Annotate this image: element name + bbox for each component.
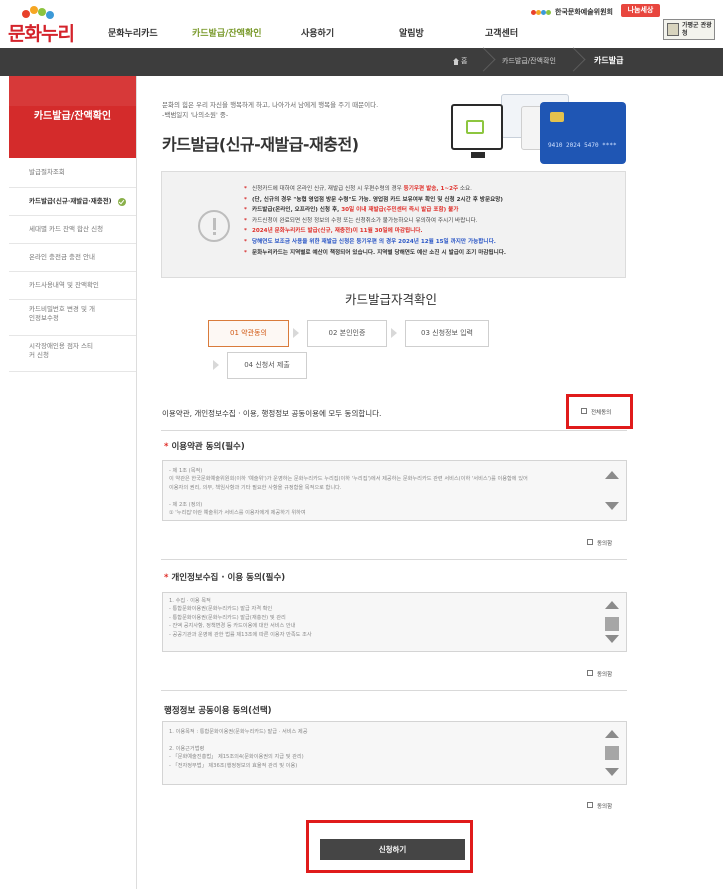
- nav-item-customer-center[interactable]: 고객센터: [485, 26, 518, 39]
- partner-emblem-icon: [667, 23, 679, 36]
- scroll-thumb[interactable]: [605, 746, 619, 760]
- card-number: 9410 2024 5470 ****: [548, 142, 617, 149]
- partner-logo-text: 가평군 관광청: [682, 22, 712, 37]
- page: 문화누리 문화누리카드 카드발급/잔액확인 사용하기 알림방 고객센터 한국문화…: [0, 0, 723, 889]
- partner-logo[interactable]: 가평군 관광청: [663, 19, 715, 40]
- admin-info-title: 행정정보 공동이용 동의(선택): [164, 706, 272, 716]
- sidebar-item-label: 발급절차조회: [29, 168, 65, 176]
- terms-agree-label[interactable]: 동의함: [597, 539, 612, 547]
- logo-dots-icon: [22, 6, 62, 20]
- site-header: 문화누리 문화누리카드 카드발급/잔액확인 사용하기 알림방 고객센터 한국문화…: [0, 0, 723, 48]
- step-arrow-icon: [391, 320, 403, 347]
- scroll-up-icon[interactable]: [605, 601, 619, 609]
- org-name: 한국문화예술위원회: [555, 8, 613, 16]
- admin-info-agree-label[interactable]: 동의함: [597, 802, 612, 810]
- terms-title: * 이용약관 동의(필수): [164, 442, 245, 452]
- nav-item-card-issue[interactable]: 카드발급/잔액확인: [192, 26, 262, 39]
- check-circle-icon: [118, 197, 126, 206]
- divider: [161, 559, 627, 560]
- notice-item: 카드신청이 완료되면 신청 정보의 수정 또는 신청취소가 불가능하오니 유의하…: [244, 216, 618, 227]
- sidebar-item-label: 카드사용내역 및 잔액확인: [29, 281, 99, 289]
- notice-box: 신청카드에 대하여 온라인 신규, 재발급 신청 시 우편수령의 경우 등기우편…: [161, 171, 626, 278]
- privacy-agree-checkbox[interactable]: [587, 670, 593, 676]
- sidebar-item-label: 카드발급(신규·재발급·재충전): [29, 197, 112, 205]
- sidebar-item-card-issue[interactable]: 카드발급(신규·재발급·재충전): [9, 188, 136, 216]
- scroll-down-icon[interactable]: [605, 635, 619, 643]
- notice-item: 신청카드에 대하여 온라인 신규, 재발급 신청 시 우편수령의 경우 등기우편…: [244, 184, 618, 195]
- scroll-up-icon[interactable]: [605, 730, 619, 738]
- notice-item: 카드발급(온라인, 오프라인) 신청 후, 30일 이내 재발급(주민센터 즉시…: [244, 205, 618, 216]
- step-submit: 04 신청서 제출: [227, 352, 307, 379]
- eligibility-title: 카드발급자격확인: [344, 292, 437, 307]
- sidebar-item-label: 세대별 카드 잔액 합산 신청: [29, 225, 104, 233]
- nav-item-notice[interactable]: 알림방: [399, 26, 424, 39]
- breadcrumb-home[interactable]: 홈: [461, 56, 467, 66]
- sidebar-item-issue-process[interactable]: 발급절차조회: [9, 158, 136, 188]
- all-agree-text: 이용약관, 개인정보수집 · 이용, 행정정보 공동이용에 모두 동의합니다.: [162, 409, 382, 418]
- step-application-info: 03 신청정보 입력: [405, 320, 489, 347]
- terms-textbox[interactable]: - 제 1조 (목적) 이 약관은 한국문화예술위원회(이하 '예술위')가 운…: [162, 460, 627, 521]
- intro-quote: 문화의 힘은 우리 자신을 행복하게 하고, 나아가서 남에게 행복을 주기 때…: [162, 100, 422, 120]
- card-illustration: 9410 2024 5470 ****: [451, 92, 628, 168]
- org-dots-icon: [531, 9, 551, 17]
- page-title: 카드발급(신규-재발급-재충전): [162, 135, 359, 154]
- card-image: 9410 2024 5470 ****: [540, 102, 626, 164]
- exclamation-icon: [198, 210, 230, 242]
- breadcrumb-current: 카드발급: [594, 56, 624, 65]
- scroll-thumb[interactable]: [605, 617, 619, 631]
- breadcrumb: 홈 카드발급/잔액확인 카드발급: [0, 48, 723, 76]
- submit-highlight: 신청하기: [306, 820, 473, 873]
- all-agree-label[interactable]: 전체동의: [591, 408, 611, 416]
- org-badge[interactable]: 나눔세상: [621, 4, 660, 17]
- sidebar-item-online-charge[interactable]: 온라인 충전금 충전 안내: [9, 244, 136, 272]
- scroll-up-icon[interactable]: [605, 471, 619, 479]
- all-agree-checkbox[interactable]: [581, 408, 587, 414]
- site-logo[interactable]: 문화누리: [8, 6, 75, 45]
- all-agree-highlight: 전체동의: [566, 394, 633, 429]
- notice-item: 당해연도 보조금 사용을 위한 재발급 신청은 등기우편 의 경우 2024년 …: [244, 237, 618, 248]
- terms-agree-checkbox[interactable]: [587, 539, 593, 545]
- step-identity: 02 본인인증: [307, 320, 387, 347]
- admin-info-textbox[interactable]: 1. 이용목적 : 통합문화이용권(문화누리카드) 발급 · 서비스 제공 2.…: [162, 721, 627, 785]
- admin-info-agree-checkbox[interactable]: [587, 802, 593, 808]
- sidebar-title: 카드발급/잔액확인: [9, 76, 136, 158]
- nav-item-culture-card[interactable]: 문화누리카드: [108, 26, 158, 39]
- sidebar-item-label: 시각장애인용 점자 스티커 신청: [29, 342, 93, 359]
- sidebar-item-label: 온라인 충전금 충전 안내: [29, 253, 95, 261]
- step-terms: 01 약관동의: [208, 320, 289, 347]
- required-mark: *: [164, 573, 169, 583]
- step-arrow-icon: [213, 352, 225, 379]
- submit-button[interactable]: 신청하기: [320, 839, 465, 860]
- home-icon[interactable]: [452, 58, 459, 65]
- privacy-agree-label[interactable]: 동의함: [597, 670, 612, 678]
- scrollbar[interactable]: [598, 461, 626, 520]
- divider: [161, 430, 627, 431]
- intro-line: -백범일지 '나의소원' 중-: [162, 111, 229, 119]
- required-mark: *: [164, 442, 169, 452]
- card-chip-icon: [550, 112, 564, 122]
- intro-line: 문화의 힘은 우리 자신을 행복하게 하고, 나아가서 남에게 행복을 주기 때…: [162, 101, 379, 109]
- notice-item: 2024년 문화누리카드 발급(신규, 재충전)이 11월 30일에 마감됩니다…: [244, 226, 618, 237]
- sidebar: 카드발급/잔액확인 발급절차조회 카드발급(신규·재발급·재충전) 세대별 카드…: [9, 76, 137, 889]
- sidebar-item-household-balance[interactable]: 세대별 카드 잔액 합산 신청: [9, 216, 136, 244]
- breadcrumb-separator-icon: [565, 48, 577, 76]
- breadcrumb-parent[interactable]: 카드발급/잔액확인: [502, 56, 556, 66]
- logo-text: 문화누리: [8, 23, 75, 45]
- scrollbar[interactable]: [598, 722, 626, 784]
- scroll-down-icon[interactable]: [605, 502, 619, 510]
- notice-item: 문화누리카드는 지역별로 예산이 책정되어 있습니다. 지역별 당해연도 예산 …: [244, 248, 618, 259]
- sidebar-item-braille-sticker[interactable]: 시각장애인용 점자 스티커 신청: [9, 336, 136, 372]
- monitor-icon: [451, 104, 503, 158]
- privacy-title: * 개인정보수집 · 이용 동의(필수): [164, 573, 286, 583]
- divider: [161, 690, 627, 691]
- screen-icon: [466, 120, 484, 134]
- notice-list: 신청카드에 대하여 온라인 신규, 재발급 신청 시 우편수령의 경우 등기우편…: [244, 184, 618, 258]
- scroll-down-icon[interactable]: [605, 768, 619, 776]
- step-arrow-icon: [293, 320, 305, 347]
- breadcrumb-separator-icon: [475, 48, 487, 76]
- nav-item-usage[interactable]: 사용하기: [301, 26, 334, 39]
- scrollbar[interactable]: [598, 593, 626, 651]
- privacy-textbox[interactable]: 1. 수집 · 이용 목적 - 통합문화이용권(문화누리카드) 발급 자격 확인…: [162, 592, 627, 652]
- notice-item: (단, 신규의 경우 "농협 영업점 방문 수령"도 가능. 영업점 카드 보유…: [244, 195, 618, 206]
